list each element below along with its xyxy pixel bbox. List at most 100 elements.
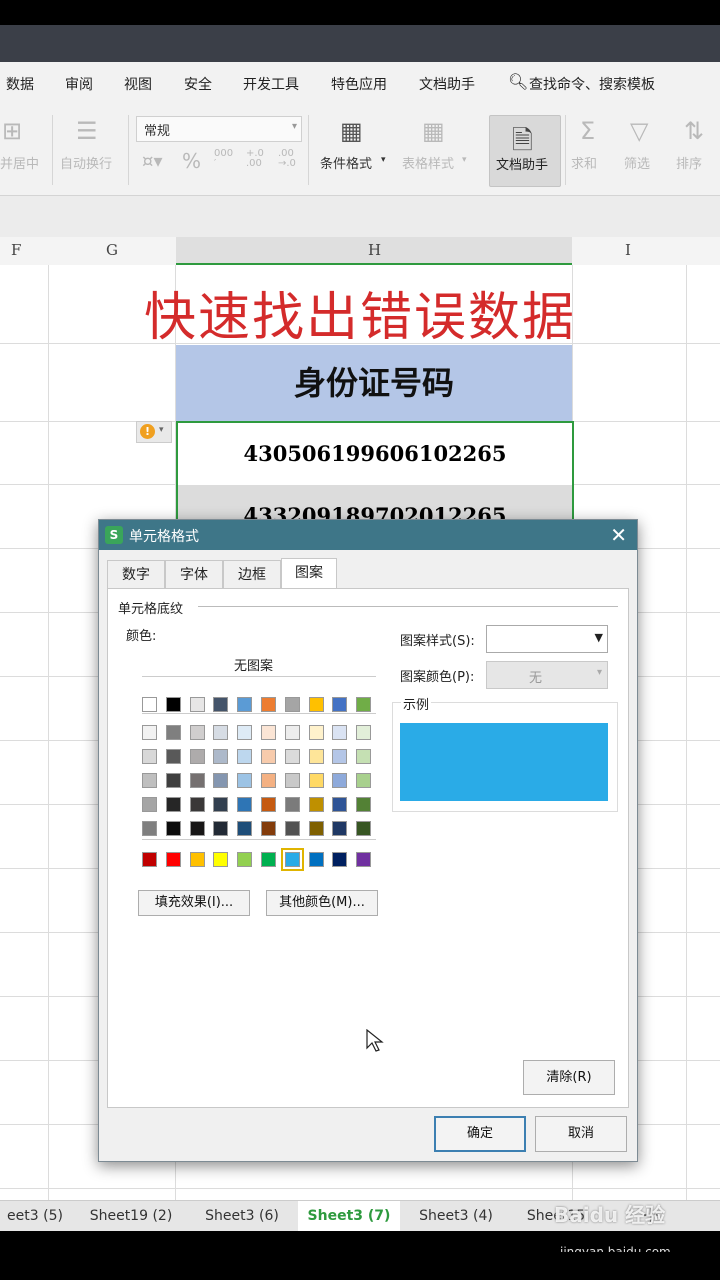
color-swatch[interactable] [213,749,228,764]
thousands-icon[interactable]: 000 ′ [214,149,233,169]
color-swatch[interactable] [166,773,181,788]
color-swatch[interactable] [190,821,205,836]
color-swatch[interactable] [285,697,300,712]
number-format-select[interactable]: 常规 ▾ [136,116,302,142]
color-swatch[interactable] [213,725,228,740]
merge-cells-icon[interactable]: ⊞ [2,117,22,145]
table-style-label[interactable]: 表格样式 [402,153,454,172]
color-swatch[interactable] [213,773,228,788]
ok-button[interactable]: 确定 [434,1116,526,1152]
autowrap-label[interactable]: 自动换行 [60,153,112,172]
tab-pattern[interactable]: 图案 [281,558,337,589]
sheet-tab[interactable]: eet3 (5) [0,1201,70,1231]
color-swatch[interactable] [142,725,157,740]
color-swatch[interactable] [261,725,276,740]
color-swatch[interactable] [356,697,371,712]
close-icon[interactable]: ✕ [610,523,627,547]
color-swatch[interactable] [309,852,324,867]
color-swatch[interactable] [285,821,300,836]
sheet-tab[interactable]: Sheet3 (4) [404,1201,508,1231]
command-search[interactable]: 查找命令、搜索模板 [529,74,655,94]
color-swatch[interactable] [142,697,157,712]
tab-font[interactable]: 字体 [165,560,223,589]
menu-security[interactable]: 安全 [184,74,212,94]
decrease-decimal-icon[interactable]: .00 →.0 [278,149,296,169]
color-swatch[interactable] [142,821,157,836]
color-swatch[interactable] [332,821,347,836]
table-style-icon[interactable]: ▦ [422,117,445,145]
color-swatch[interactable] [261,852,276,867]
filter-icon[interactable]: ▽ [630,117,648,145]
menu-special-apps[interactable]: 特色应用 [331,74,387,94]
pattern-style-select[interactable]: ▼ [486,625,608,653]
wrap-text-icon[interactable]: ☰ [76,117,98,145]
conditional-format-label[interactable]: 条件格式 [320,153,372,172]
color-swatch[interactable] [190,773,205,788]
color-swatch[interactable] [332,749,347,764]
color-swatch[interactable] [332,852,347,867]
color-swatch[interactable] [142,797,157,812]
color-swatch[interactable] [190,725,205,740]
color-swatch[interactable] [261,797,276,812]
filter-label[interactable]: 筛选 [624,153,650,172]
color-swatch[interactable] [332,773,347,788]
color-swatch[interactable] [356,749,371,764]
color-swatch[interactable] [261,773,276,788]
merge-center-label[interactable]: 并居中 [0,153,39,172]
color-swatch[interactable] [213,797,228,812]
header-cell[interactable]: 身份证号码 [176,345,572,421]
color-swatch[interactable] [190,749,205,764]
doc-assistant-button[interactable]: 🗎︎ 文档助手 [489,115,561,187]
menu-data[interactable]: 数据 [6,74,34,94]
color-swatch[interactable] [309,725,324,740]
sort-icon[interactable]: ⇅ [684,117,704,145]
color-swatch[interactable] [166,821,181,836]
color-swatch[interactable] [237,821,252,836]
increase-decimal-icon[interactable]: +.0.00 [246,149,264,169]
color-swatch[interactable] [332,797,347,812]
color-swatch[interactable] [213,821,228,836]
color-swatch[interactable] [309,797,324,812]
color-swatch[interactable] [142,749,157,764]
color-swatch[interactable] [166,852,181,867]
dialog-titlebar[interactable]: S 单元格格式 ✕ [99,520,637,550]
color-swatch[interactable] [142,773,157,788]
color-swatch[interactable] [237,773,252,788]
color-swatch[interactable] [166,797,181,812]
column-h[interactable]: H [368,241,381,259]
color-swatch[interactable] [332,725,347,740]
color-swatch[interactable] [261,697,276,712]
percent-icon[interactable]: % [182,149,201,173]
tab-border[interactable]: 边框 [223,560,281,589]
column-g[interactable]: G [106,241,118,259]
color-swatch[interactable] [142,852,157,867]
sum-label[interactable]: 求和 [571,153,597,172]
menu-developer[interactable]: 开发工具 [243,74,299,94]
menu-doc-assistant[interactable]: 文档助手 [419,74,475,94]
search-icon[interactable]: 🔍︎ [508,72,528,91]
color-swatch[interactable] [309,749,324,764]
sort-label[interactable]: 排序 [676,153,702,172]
clear-button[interactable]: 清除(R) [523,1060,615,1095]
color-swatch[interactable] [281,848,304,871]
color-swatch[interactable] [309,697,324,712]
fill-effects-button[interactable]: 填充效果(I)... [138,890,250,916]
color-swatch[interactable] [285,773,300,788]
cancel-button[interactable]: 取消 [535,1116,627,1152]
color-swatch[interactable] [309,773,324,788]
sheet-tab[interactable]: Sheet19 (2) [76,1201,186,1231]
color-swatch[interactable] [332,697,347,712]
no-pattern-option[interactable]: 无图案 [234,655,273,674]
sum-icon[interactable]: Σ [580,117,595,145]
color-swatch[interactable] [237,697,252,712]
color-swatch[interactable] [190,852,205,867]
color-swatch[interactable] [166,725,181,740]
sheet-tab[interactable]: Sheet3 (6) [190,1201,294,1231]
pattern-color-select[interactable]: 无 ▾ [486,661,608,689]
column-f[interactable]: F [11,241,21,259]
color-swatch[interactable] [261,821,276,836]
color-swatch[interactable] [309,821,324,836]
column-i[interactable]: I [625,241,631,259]
tab-number[interactable]: 数字 [107,560,165,589]
color-swatch[interactable] [285,725,300,740]
